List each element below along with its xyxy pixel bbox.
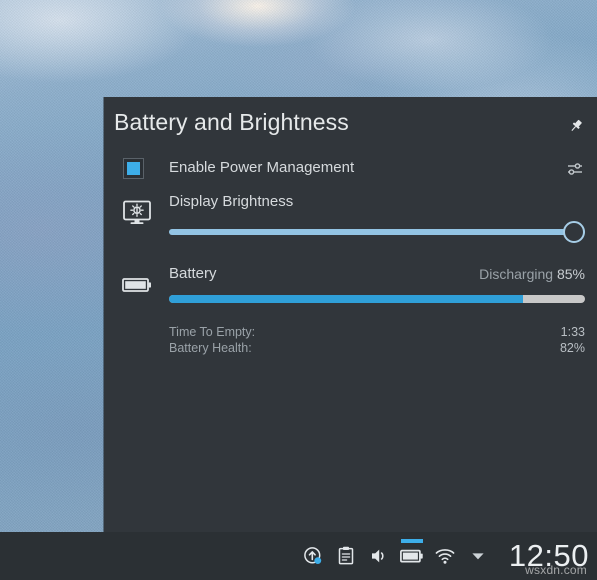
brightness-slider-fill xyxy=(169,229,585,235)
desktop-screen: Battery and Brightness Enable Power Mana… xyxy=(0,0,597,580)
brightness-slider[interactable] xyxy=(169,221,585,243)
battery-progress-fill xyxy=(169,295,523,303)
taskbar-clock[interactable]: 12:50 xyxy=(499,538,597,574)
configure-sliders-icon[interactable] xyxy=(563,157,587,181)
battery-progress-bar xyxy=(169,295,585,303)
brightness-slider-handle[interactable] xyxy=(563,221,585,243)
battery-status-text: Discharging xyxy=(479,266,554,282)
display-brightness-icon xyxy=(121,197,153,229)
battery-label: Battery xyxy=(169,265,217,282)
page-title: Battery and Brightness xyxy=(114,109,349,135)
battery-details: Time To Empty: 1:33 Battery Health: 82% xyxy=(169,325,585,356)
battery-icon xyxy=(121,269,153,301)
power-management-row: Enable Power Management xyxy=(104,152,597,186)
detail-value: 82% xyxy=(559,340,585,355)
software-update-icon[interactable] xyxy=(300,539,326,573)
detail-row-battery-health: Battery Health: 82% xyxy=(169,341,585,357)
battery-status-badge: Discharging 85% xyxy=(479,266,585,282)
chevron-down-icon[interactable] xyxy=(465,539,491,573)
clipboard-icon[interactable] xyxy=(333,539,359,573)
display-brightness-label: Display Brightness xyxy=(169,193,294,210)
display-brightness-row: Display Brightness xyxy=(104,193,597,243)
battery-percent-text: 85% xyxy=(556,266,585,282)
volume-icon[interactable] xyxy=(366,539,392,573)
battery-row: Battery Discharging 85% xyxy=(104,265,597,315)
detail-value: 1:33 xyxy=(560,325,585,339)
system-tray xyxy=(300,539,499,573)
enable-power-management-label: Enable Power Management xyxy=(169,159,355,176)
pin-icon[interactable] xyxy=(565,115,587,137)
battery-brightness-popup: Battery and Brightness Enable Power Mana… xyxy=(104,97,597,532)
taskbar: 12:50 xyxy=(0,532,597,580)
detail-label: Time To Empty: xyxy=(169,325,256,339)
wifi-icon[interactable] xyxy=(432,539,458,573)
detail-row-time-to-empty: Time To Empty: 1:33 xyxy=(169,325,585,341)
enable-power-management-checkbox[interactable] xyxy=(123,158,144,179)
checkbox-fill xyxy=(127,162,140,175)
battery-tray-icon[interactable] xyxy=(399,539,425,573)
detail-label: Battery Health: xyxy=(169,340,252,355)
